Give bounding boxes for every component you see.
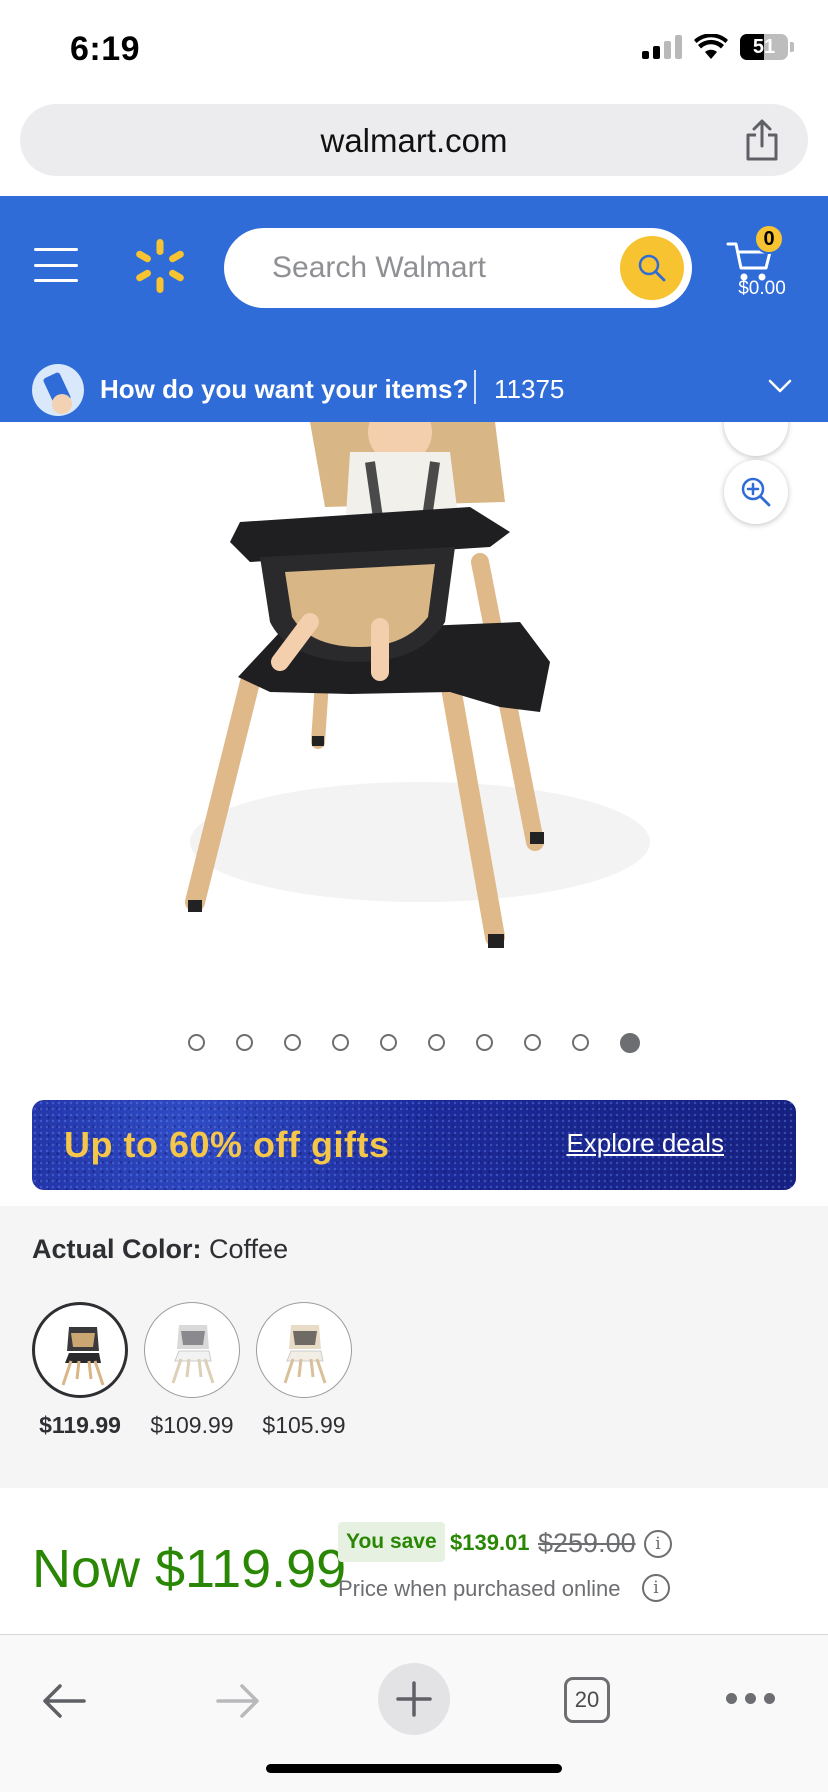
- delivery-selector[interactable]: How do you want your items? 11375: [0, 352, 828, 422]
- color-swatches: $119.99 $109.99 $105.99: [32, 1302, 352, 1439]
- search-button[interactable]: [620, 236, 684, 300]
- carousel-dot[interactable]: [236, 1034, 253, 1051]
- search-input[interactable]: [272, 228, 612, 308]
- info-icon[interactable]: i: [644, 1530, 672, 1558]
- explore-deals-link[interactable]: Explore deals: [566, 1128, 724, 1159]
- carousel-dot[interactable]: [380, 1034, 397, 1051]
- delivery-divider: [474, 370, 476, 404]
- wifi-icon: [694, 34, 728, 59]
- back-arrow-icon[interactable]: [40, 1681, 88, 1721]
- price-note: Price when purchased online: [338, 1576, 621, 1601]
- more-options-icon[interactable]: [726, 1693, 775, 1704]
- swatch-option[interactable]: $109.99: [144, 1302, 240, 1439]
- carousel-dot[interactable]: [476, 1034, 493, 1051]
- home-indicator: [266, 1764, 562, 1773]
- search-box[interactable]: [224, 228, 692, 308]
- price-section: Now $119.99 You save $139.01 $259.00 i P…: [0, 1488, 828, 1638]
- forward-arrow-icon[interactable]: [214, 1681, 262, 1721]
- battery-level: 51: [752, 35, 776, 58]
- swatch-option[interactable]: $105.99: [256, 1302, 352, 1439]
- swatch-price: $119.99: [39, 1412, 121, 1438]
- actual-color-key: Actual Color:: [32, 1234, 202, 1264]
- address-bar[interactable]: walmart.com: [20, 104, 808, 176]
- swatch-thumbnail: [256, 1302, 352, 1398]
- promo-title: Up to 60% off gifts: [64, 1124, 390, 1165]
- favorite-button[interactable]: [724, 422, 788, 456]
- walmart-spark-logo[interactable]: [130, 236, 190, 296]
- actual-color-label: Actual Color: Coffee: [32, 1234, 288, 1265]
- new-tab-button[interactable]: [378, 1663, 450, 1735]
- was-price: $259.00: [538, 1528, 636, 1558]
- delivery-phone-icon: [32, 364, 84, 416]
- delivery-prompt: How do you want your items?: [100, 374, 469, 404]
- status-time: 6:19: [70, 30, 141, 68]
- status-bar: 6:19 51: [0, 0, 828, 100]
- carousel-dot[interactable]: [524, 1034, 541, 1051]
- url-text: walmart.com: [320, 122, 508, 159]
- chevron-down-icon[interactable]: [768, 378, 792, 394]
- product-image-carousel[interactable]: [0, 422, 828, 1022]
- zoom-button[interactable]: [724, 460, 788, 524]
- product-image-high-chair: [185, 422, 650, 948]
- status-icons: 51: [642, 34, 794, 60]
- variant-selector: Actual Color: Coffee $119.99 $109.99 $10…: [0, 1206, 828, 1488]
- plus-icon: [396, 1681, 432, 1717]
- swatch-thumbnail: [32, 1302, 128, 1398]
- swatch-price: $109.99: [150, 1412, 234, 1438]
- zoom-in-icon: [741, 477, 771, 507]
- delivery-zip: 11375: [494, 374, 565, 404]
- carousel-dot[interactable]: [332, 1034, 349, 1051]
- cart-count-badge: 0: [754, 224, 784, 254]
- battery-tip: [790, 42, 794, 52]
- carousel-dot[interactable]: [188, 1034, 205, 1051]
- carousel-pagination: [0, 1033, 828, 1053]
- save-amount: $139.01: [450, 1530, 530, 1555]
- menu-icon[interactable]: [34, 248, 78, 282]
- info-icon[interactable]: i: [642, 1574, 670, 1602]
- carousel-dot[interactable]: [620, 1033, 640, 1053]
- swatch-thumbnail: [144, 1302, 240, 1398]
- share-icon[interactable]: [742, 118, 782, 162]
- swatch-option[interactable]: $119.99: [32, 1302, 128, 1439]
- walmart-header: 0 $0.00 How do you want your items? 1137…: [0, 196, 828, 422]
- swatch-price: $105.99: [262, 1412, 346, 1438]
- you-save-badge: You save: [338, 1522, 445, 1562]
- search-icon: [638, 254, 666, 282]
- carousel-dot[interactable]: [428, 1034, 445, 1051]
- cart-total: $0.00: [738, 278, 786, 299]
- tab-switcher-button[interactable]: 20: [564, 1677, 610, 1723]
- actual-color-value: Coffee: [209, 1234, 289, 1264]
- cellular-signal-icon: [642, 35, 682, 59]
- battery-icon: 51: [740, 34, 788, 60]
- promo-banner[interactable]: Up to 60% off gifts Explore deals: [32, 1100, 796, 1190]
- carousel-dot[interactable]: [572, 1034, 589, 1051]
- carousel-dot[interactable]: [284, 1034, 301, 1051]
- current-price: Now $119.99: [32, 1539, 347, 1599]
